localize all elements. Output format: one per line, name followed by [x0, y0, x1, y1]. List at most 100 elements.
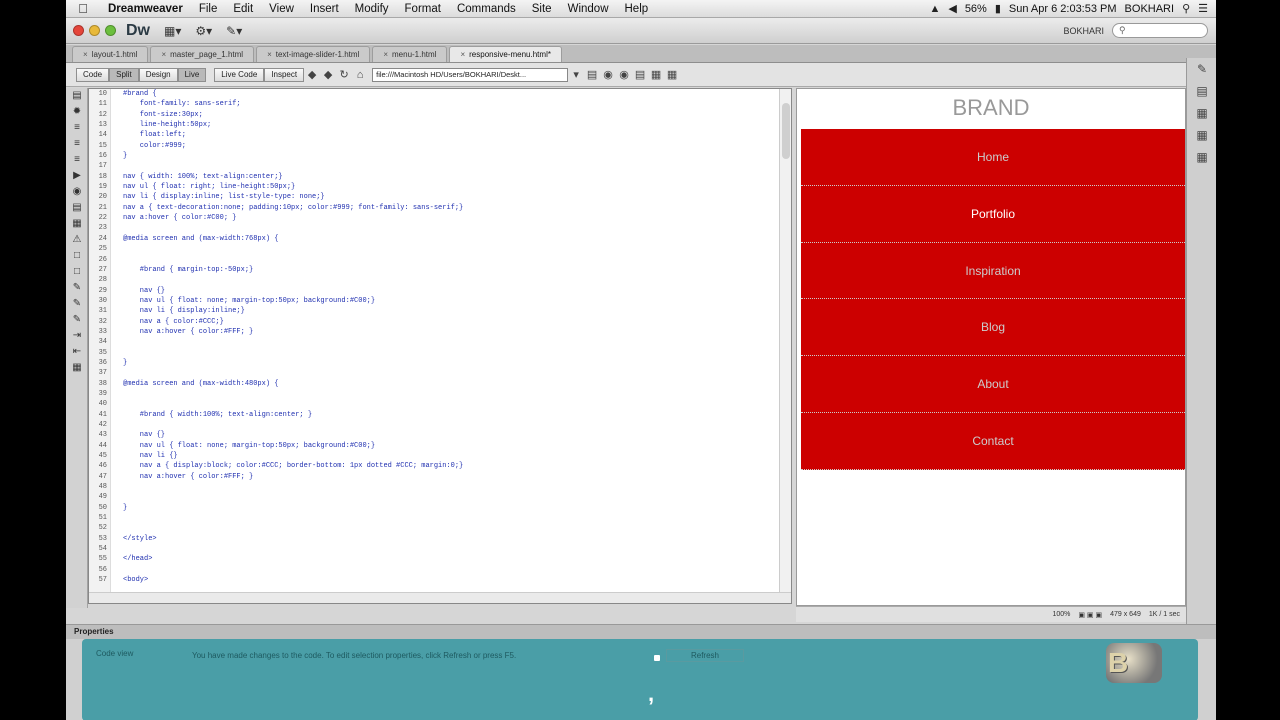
tab-responsive-menu[interactable]: × responsive-menu.html*: [449, 46, 562, 62]
code-line[interactable]: [123, 255, 778, 265]
code-line[interactable]: }: [123, 151, 778, 161]
tab-text-image-slider[interactable]: × text-image-slider-1.html: [256, 46, 371, 62]
nav-item-blog[interactable]: Blog: [801, 299, 1185, 357]
code-line[interactable]: [123, 348, 778, 358]
code-line[interactable]: float:left;: [123, 130, 778, 140]
outdent-icon[interactable]: ⇤: [66, 344, 88, 360]
close-icon[interactable]: ×: [383, 50, 388, 59]
code-line[interactable]: [123, 544, 778, 554]
check-page-icon[interactable]: ▦: [664, 68, 680, 81]
nav-item-home[interactable]: Home: [801, 129, 1185, 186]
nav-item-portfolio[interactable]: Portfolio: [801, 185, 1185, 243]
close-icon[interactable]: ×: [83, 50, 88, 59]
code-line[interactable]: #brand { width:100%; text-align:center; …: [123, 410, 778, 420]
code-line[interactable]: nav a { display:block; color:#CCC; borde…: [123, 461, 778, 471]
menu-app-name[interactable]: Dreamweaver: [100, 3, 191, 15]
assets-panel-icon[interactable]: ▦: [1187, 124, 1216, 146]
code-line[interactable]: nav { width: 100%; text-align:center;}: [123, 172, 778, 182]
show-code-navigator-icon[interactable]: ✹: [66, 104, 88, 120]
recent-snippets-icon[interactable]: ✎: [66, 296, 88, 312]
battery-icon[interactable]: ▮: [995, 2, 1001, 15]
code-line[interactable]: nav ul { float: right; line-height:50px;…: [123, 182, 778, 192]
gear-icon[interactable]: ⚙▾: [195, 24, 212, 38]
tab-layout[interactable]: × layout-1.html: [72, 46, 149, 62]
nav-item-inspiration[interactable]: Inspiration: [801, 242, 1185, 300]
menu-format[interactable]: Format: [397, 3, 449, 15]
highlight-invalid-icon[interactable]: ▦: [66, 216, 88, 232]
code-line[interactable]: nav li {}: [123, 451, 778, 461]
code-line[interactable]: nav a { color:#CCC;}: [123, 317, 778, 327]
code-line[interactable]: nav a:hover { color:#C00; }: [123, 213, 778, 223]
code-line[interactable]: nav {}: [123, 430, 778, 440]
open-documents-icon[interactable]: ▤: [66, 88, 88, 104]
close-icon[interactable]: ×: [460, 50, 465, 59]
select-parent-tag-icon[interactable]: ▶: [66, 168, 88, 184]
menu-help[interactable]: Help: [617, 3, 657, 15]
code-line[interactable]: nav ul { float: none; margin-top:50px; b…: [123, 441, 778, 451]
code-horizontal-scrollbar[interactable]: [89, 592, 791, 603]
code-line[interactable]: </style>: [123, 534, 778, 544]
volume-icon[interactable]: ◀: [948, 2, 956, 15]
apply-comment-icon[interactable]: □: [66, 248, 88, 264]
inspect-button[interactable]: Inspect: [264, 67, 305, 82]
code-line[interactable]: [123, 492, 778, 502]
code-line[interactable]: color:#999;: [123, 141, 778, 151]
menubar-user[interactable]: BOKHARI: [1125, 3, 1175, 15]
indent-icon[interactable]: ⇥: [66, 328, 88, 344]
code-line[interactable]: font-family: sans-serif;: [123, 99, 778, 109]
close-icon[interactable]: ×: [267, 50, 272, 59]
code-line[interactable]: [123, 275, 778, 285]
code-line[interactable]: #brand { margin-top:-50px;}: [123, 265, 778, 275]
move-css-icon[interactable]: ✎: [66, 312, 88, 328]
code-line[interactable]: [123, 223, 778, 233]
back-icon[interactable]: ◆: [304, 68, 320, 81]
scrollbar-thumb[interactable]: [782, 103, 790, 159]
code-line[interactable]: [123, 482, 778, 492]
code-vertical-scrollbar[interactable]: [779, 89, 791, 593]
code-line[interactable]: nav a { text-decoration:none; padding:10…: [123, 203, 778, 213]
balance-braces-icon[interactable]: ◉: [66, 184, 88, 200]
line-numbers-icon[interactable]: ▤: [66, 200, 88, 216]
code-line[interactable]: nav {}: [123, 286, 778, 296]
file-management-icon[interactable]: ▤: [584, 68, 600, 81]
layout-icon[interactable]: ▦▾: [164, 24, 181, 38]
code-line[interactable]: [123, 399, 778, 409]
window-size[interactable]: 479 x 649: [1110, 611, 1141, 618]
tab-menu[interactable]: × menu-1.html: [372, 46, 448, 62]
code-line[interactable]: </head>: [123, 554, 778, 564]
refresh-design-icon[interactable]: ◉: [616, 68, 632, 81]
window-size-icon[interactable]: ▣ ▣ ▣: [1078, 611, 1102, 619]
code-line[interactable]: [123, 513, 778, 523]
code-line[interactable]: [123, 337, 778, 347]
nav-item-contact[interactable]: Contact: [801, 412, 1185, 470]
code-line[interactable]: [123, 565, 778, 575]
view-options-icon[interactable]: ▤: [632, 68, 648, 81]
split-view-button[interactable]: Split: [109, 67, 139, 82]
apple-icon[interactable]: : [66, 1, 100, 16]
preview-browser-icon[interactable]: ◉: [600, 68, 616, 81]
menu-modify[interactable]: Modify: [347, 3, 397, 15]
address-dropdown-icon[interactable]: ▾: [568, 68, 584, 81]
wifi-icon[interactable]: ▲: [929, 3, 940, 15]
code-line[interactable]: [123, 523, 778, 533]
refresh-button[interactable]: Refresh: [666, 649, 744, 662]
spotlight-icon[interactable]: ⚲: [1182, 2, 1190, 15]
visual-aids-icon[interactable]: ▦: [648, 68, 664, 81]
code-line[interactable]: nav li { display:inline; list-style-type…: [123, 192, 778, 202]
code-line[interactable]: @media screen and (max-width:768px) {: [123, 234, 778, 244]
menu-commands[interactable]: Commands: [449, 3, 524, 15]
code-line[interactable]: <body>: [123, 575, 778, 585]
collapse-selection-icon[interactable]: ≡: [66, 136, 88, 152]
properties-title[interactable]: Properties: [66, 625, 1216, 639]
live-view[interactable]: BRAND Home Portfolio Inspiration Blog About C…: [796, 88, 1186, 606]
code-line[interactable]: nav a:hover { color:#FFF; }: [123, 472, 778, 482]
menu-view[interactable]: View: [261, 3, 302, 15]
code-line[interactable]: [123, 368, 778, 378]
code-line[interactable]: nav li { display:inline;}: [123, 306, 778, 316]
code-line[interactable]: nav a:hover { color:#FFF; }: [123, 327, 778, 337]
design-view-button[interactable]: Design: [138, 67, 178, 82]
code-text[interactable]: #brand { font-family: sans-serif; font-s…: [123, 89, 778, 593]
files-panel-icon[interactable]: ▦: [1187, 102, 1216, 124]
close-icon[interactable]: ×: [161, 50, 166, 59]
wrap-tag-icon[interactable]: ✎: [66, 280, 88, 296]
